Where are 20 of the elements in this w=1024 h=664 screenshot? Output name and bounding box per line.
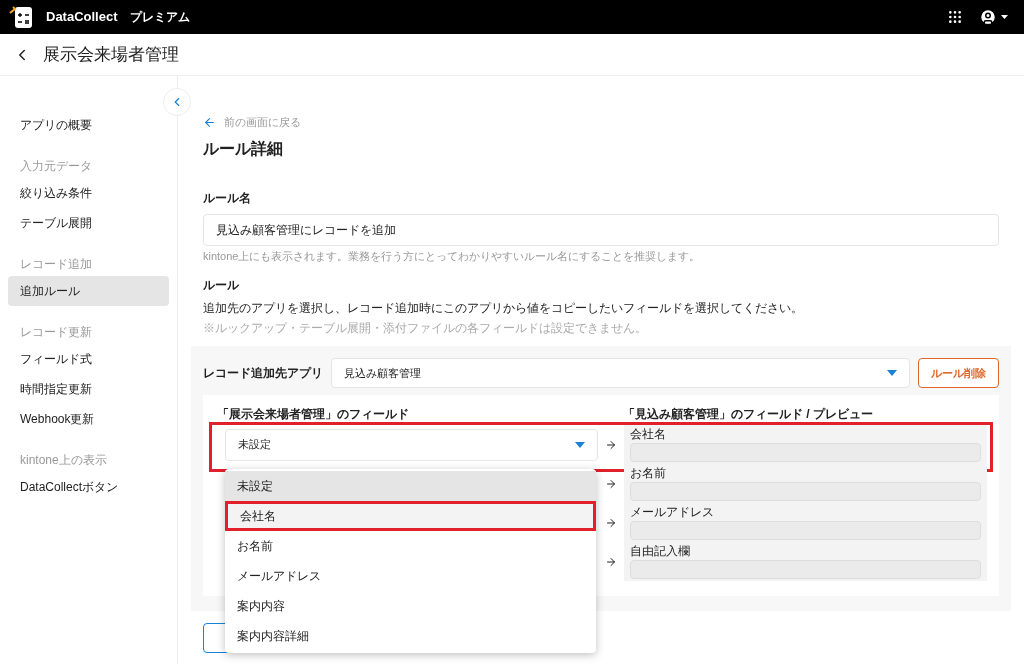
field-label: ルール名 (203, 189, 252, 207)
target-field-label: 自由記入欄 (630, 544, 691, 558)
plan-label: プレミアム (129, 9, 190, 26)
sidebar-section-heading: kintone上の表示 (19, 452, 108, 469)
section-heading: ルール詳細 (203, 138, 284, 159)
brand-name: DataCollect (46, 8, 118, 27)
sidebar-section-heading: 入力元データ (19, 158, 93, 175)
field-label: レコード追加先アプリ (203, 365, 323, 382)
field-label: ルール (203, 277, 240, 294)
target-field-label: お名前 (630, 466, 667, 480)
target-field-label: メールアドレス (630, 505, 715, 519)
note-text: ※ルックアップ・テーブル展開・添付ファイルの各フィールドは設定できません。 (203, 320, 648, 337)
page-title: 展示会来場者管理 (43, 43, 179, 66)
sidebar-section-heading: レコード更新 (19, 324, 93, 341)
column-heading: 「展示会来場者管理」のフィールド (216, 407, 410, 421)
rule-description: 追加先のアプリを選択し、レコード追加時にこのアプリから値をコピーしたいフィールドを選択してください。 (203, 300, 804, 317)
sidebar-section-heading: レコード追加 (19, 256, 93, 273)
column-heading: 「見込み顧客管理」のフィールド / プレビュー (623, 407, 873, 421)
target-field-label: 会社名 (630, 427, 667, 441)
hint-text: kintone上にも表示されます。業務を行う方にとってわかりやすいルール名にすることを推奨します。 (203, 248, 702, 264)
